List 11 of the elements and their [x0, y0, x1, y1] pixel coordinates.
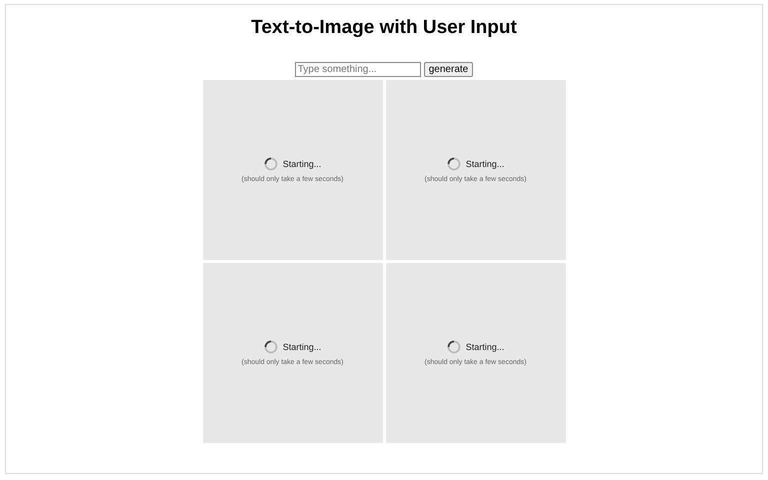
status-text: Starting... — [466, 159, 504, 169]
page-title: Text-to-Image with User Input — [251, 17, 517, 39]
prompt-field[interactable]: Type something... — [294, 62, 421, 77]
spinner-icon — [264, 340, 278, 354]
status-text: Starting... — [282, 159, 322, 169]
spinner-icon — [446, 340, 461, 354]
spinner-icon — [446, 157, 461, 171]
status-text: Starting... — [466, 342, 504, 352]
spinner-icon — [264, 157, 278, 171]
status-text: Starting... — [282, 342, 322, 352]
generate-button[interactable]: generate — [424, 62, 474, 77]
